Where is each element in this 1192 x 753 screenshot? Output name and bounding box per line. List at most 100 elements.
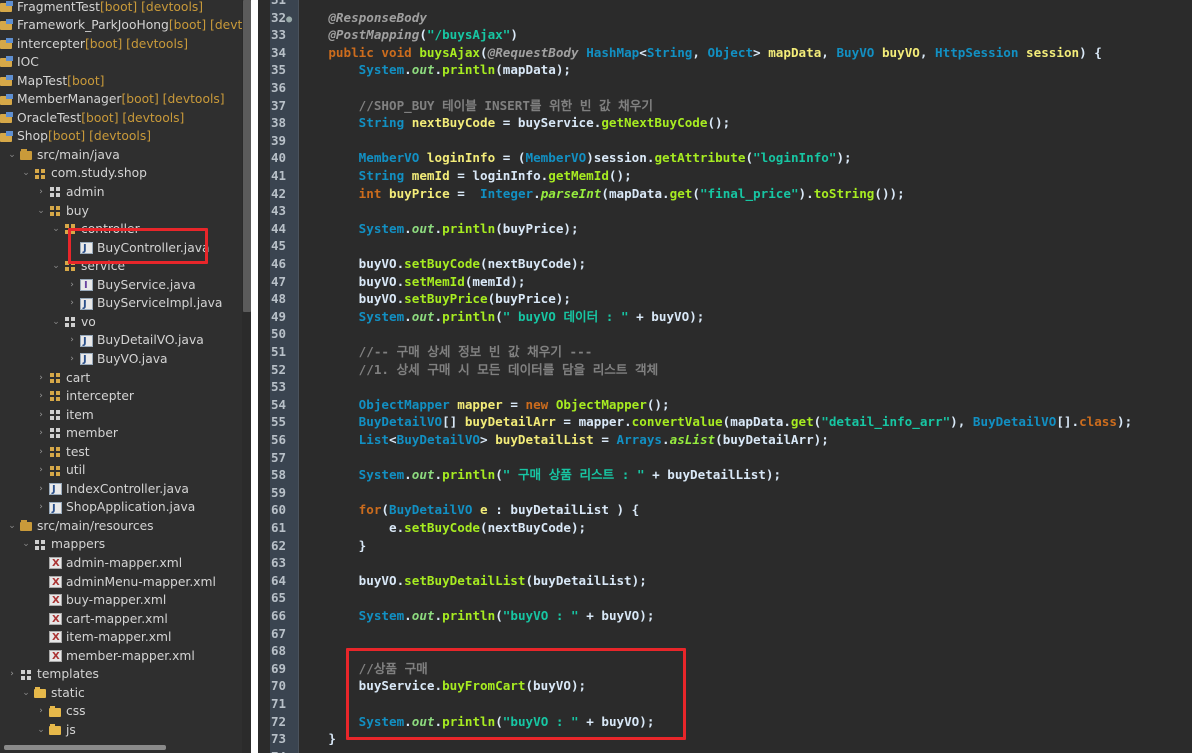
code-line[interactable]: String memId = loginInfo.getMemId(); <box>298 167 632 185</box>
tree-item[interactable]: ⌄ buy <box>35 202 89 221</box>
tree-item[interactable]: IOC <box>0 53 39 72</box>
pane-divider[interactable] <box>251 0 258 753</box>
code-line[interactable]: @ResponseBody <box>298 9 427 27</box>
tree-item[interactable]: adminMenu-mapper.xml <box>35 573 216 592</box>
tree-item[interactable]: › templates <box>6 665 99 684</box>
tree-item[interactable]: ⌄ vo <box>50 313 96 332</box>
tree-item[interactable]: › BuyServiceImpl.java <box>66 294 222 315</box>
code-line[interactable]: } <box>298 730 336 748</box>
tree-item[interactable]: ⌄ js <box>35 721 76 740</box>
chevron-down-icon[interactable]: ⌄ <box>35 721 47 740</box>
code-line[interactable]: int buyPrice = Integer.parseInt(mapData.… <box>298 185 905 203</box>
tree-item[interactable]: MapTest [boot] <box>0 72 104 91</box>
code-line[interactable]: System.out.println(buyPrice); <box>298 220 579 238</box>
code-line[interactable]: buyVO.setBuyPrice(buyPrice); <box>298 290 571 308</box>
code-line[interactable]: buyService.buyFromCart(buyVO); <box>298 677 586 695</box>
code-line[interactable]: BuyDetailVO[] buyDetailArr = mapper.conv… <box>298 413 1132 431</box>
chevron-down-icon[interactable]: ⌄ <box>20 535 32 554</box>
tree-item[interactable]: › css <box>35 702 85 721</box>
tree-item[interactable]: › intercepter <box>35 387 134 406</box>
chevron-down-icon[interactable]: ⌄ <box>20 684 32 703</box>
chevron-down-icon[interactable]: ⌄ <box>35 202 47 221</box>
code-line[interactable]: buyVO.setBuyDetailList(buyDetailList); <box>298 572 647 590</box>
tree-item[interactable]: buy-mapper.xml <box>35 591 166 611</box>
tree-item[interactable]: Shop [boot] [devtools] <box>0 127 151 146</box>
tree-item[interactable]: Framework_ParkJooHong [boot] [devtools] <box>0 16 242 35</box>
tree-item[interactable]: member-mapper.xml <box>35 647 195 667</box>
chevron-right-icon[interactable]: › <box>35 702 47 721</box>
tree-item[interactable]: ⌄ mappers <box>20 535 105 554</box>
tree-item[interactable]: ⌄ service <box>50 257 125 276</box>
chevron-right-icon[interactable]: › <box>66 276 78 295</box>
chevron-right-icon[interactable]: › <box>35 480 47 499</box>
code-line[interactable]: for(BuyDetailVO e : buyDetailList ) { <box>298 501 640 519</box>
code-line[interactable]: System.out.println(mapData); <box>298 61 571 79</box>
tree-item[interactable]: cart-mapper.xml <box>35 610 168 629</box>
chevron-down-icon[interactable]: ⌄ <box>6 146 18 165</box>
chevron-down-icon[interactable]: ⌄ <box>6 517 18 536</box>
tree-item[interactable]: FragmentTest [boot] [devtools] <box>0 0 203 16</box>
chevron-down-icon[interactable]: ⌄ <box>20 164 32 183</box>
code-line[interactable]: ObjectMapper mapper = new ObjectMapper()… <box>298 396 670 414</box>
code-line[interactable]: String nextBuyCode = buyService.getNextB… <box>298 114 731 132</box>
chevron-right-icon[interactable]: › <box>66 331 78 350</box>
code-line[interactable]: System.out.println(" buyVO 데이터 : " + buy… <box>298 308 705 326</box>
code-line[interactable]: List<BuyDetailVO> buyDetailList = Arrays… <box>298 431 829 449</box>
chevron-down-icon[interactable]: ⌄ <box>50 257 62 276</box>
tree-item[interactable]: › IndexController.java <box>35 480 189 500</box>
tree-item[interactable]: ⌄ src/main/resources <box>6 517 153 536</box>
code-line[interactable]: //SHOP_BUY 테이블 INSERT를 위한 빈 값 채우기 <box>298 97 653 115</box>
tree-item[interactable]: › BuyService.java <box>66 276 195 296</box>
code-line[interactable]: buyVO.setMemId(memId); <box>298 273 526 291</box>
chevron-right-icon[interactable]: › <box>66 350 78 369</box>
code-line[interactable]: e.setBuyCode(nextBuyCode); <box>298 519 586 537</box>
chevron-down-icon[interactable]: ⌄ <box>50 313 62 332</box>
tree-item-label: member-mapper.xml <box>66 648 195 663</box>
chevron-right-icon[interactable]: › <box>6 665 18 684</box>
code-line[interactable]: MemberVO loginInfo = (MemberVO)session.g… <box>298 149 852 167</box>
tree-item[interactable]: MemberManager [boot] [devtools] <box>0 90 225 109</box>
chevron-right-icon[interactable]: › <box>35 406 47 425</box>
chevron-down-icon[interactable]: ⌄ <box>50 220 62 239</box>
tree-item[interactable]: › BuyVO.java <box>66 350 167 370</box>
tree-item[interactable]: › ShopApplication.java <box>35 498 195 519</box>
tree-item[interactable]: ⌄ controller <box>50 220 139 239</box>
code-line[interactable]: System.out.println(" 구매 상품 리스트 : " + buy… <box>298 466 781 484</box>
tree-item[interactable]: › cart <box>35 369 90 388</box>
tree-item[interactable]: BuyController.java <box>66 239 210 258</box>
tree-item[interactable]: › member <box>35 424 118 443</box>
code-line[interactable]: //-- 구매 상세 정보 빈 값 채우기 --- <box>298 343 593 361</box>
tree-item[interactable]: › BuyDetailVO.java <box>66 331 204 352</box>
explorer-vertical-scrollbar[interactable] <box>243 0 251 312</box>
tree-item[interactable]: admin-mapper.xml <box>35 554 182 574</box>
tree-item[interactable]: ⌄ com.study.shop <box>20 164 147 183</box>
chevron-right-icon[interactable]: › <box>35 498 47 517</box>
tree-item[interactable]: › util <box>35 461 85 480</box>
tree-item[interactable]: ⌄ static <box>20 684 85 703</box>
tree-item[interactable]: item-mapper.xml <box>35 628 171 648</box>
fold-marker-icon[interactable]: ● <box>286 14 292 25</box>
chevron-right-icon[interactable]: › <box>35 424 47 443</box>
tree-item[interactable]: ⌄ src/main/java <box>6 146 120 165</box>
code-line[interactable]: buyVO.setBuyCode(nextBuyCode); <box>298 255 586 273</box>
code-line[interactable]: @PostMapping("/buysAjax") <box>298 26 518 44</box>
chevron-right-icon[interactable]: › <box>35 369 47 388</box>
tree-item[interactable]: › item <box>35 406 94 425</box>
code-line[interactable]: System.out.println("buyVO : " + buyVO); <box>298 713 655 731</box>
chevron-right-icon[interactable]: › <box>35 183 47 202</box>
tree-item[interactable]: intercepter [boot] [devtools] <box>0 35 188 54</box>
chevron-right-icon[interactable]: › <box>35 461 47 480</box>
tree-item[interactable]: › test <box>35 443 89 462</box>
tree-item[interactable]: › admin <box>35 183 104 202</box>
code-line[interactable]: } <box>298 537 367 555</box>
chevron-right-icon[interactable]: › <box>35 387 47 406</box>
explorer-horizontal-scrollbar[interactable] <box>4 745 166 750</box>
code-line[interactable]: public void buysAjax(@RequestBody HashMa… <box>298 44 1102 62</box>
code-line[interactable]: System.out.println("buyVO : " + buyVO); <box>298 607 655 625</box>
tree-item[interactable]: OracleTest [boot] [devtools] <box>0 109 184 128</box>
chevron-right-icon[interactable]: › <box>35 443 47 462</box>
code-line[interactable]: //1. 상세 구매 시 모든 데이터를 담을 리스트 객체 <box>298 361 659 379</box>
chevron-right-icon[interactable]: › <box>66 294 78 313</box>
code-line[interactable]: //상품 구매 <box>298 660 428 678</box>
